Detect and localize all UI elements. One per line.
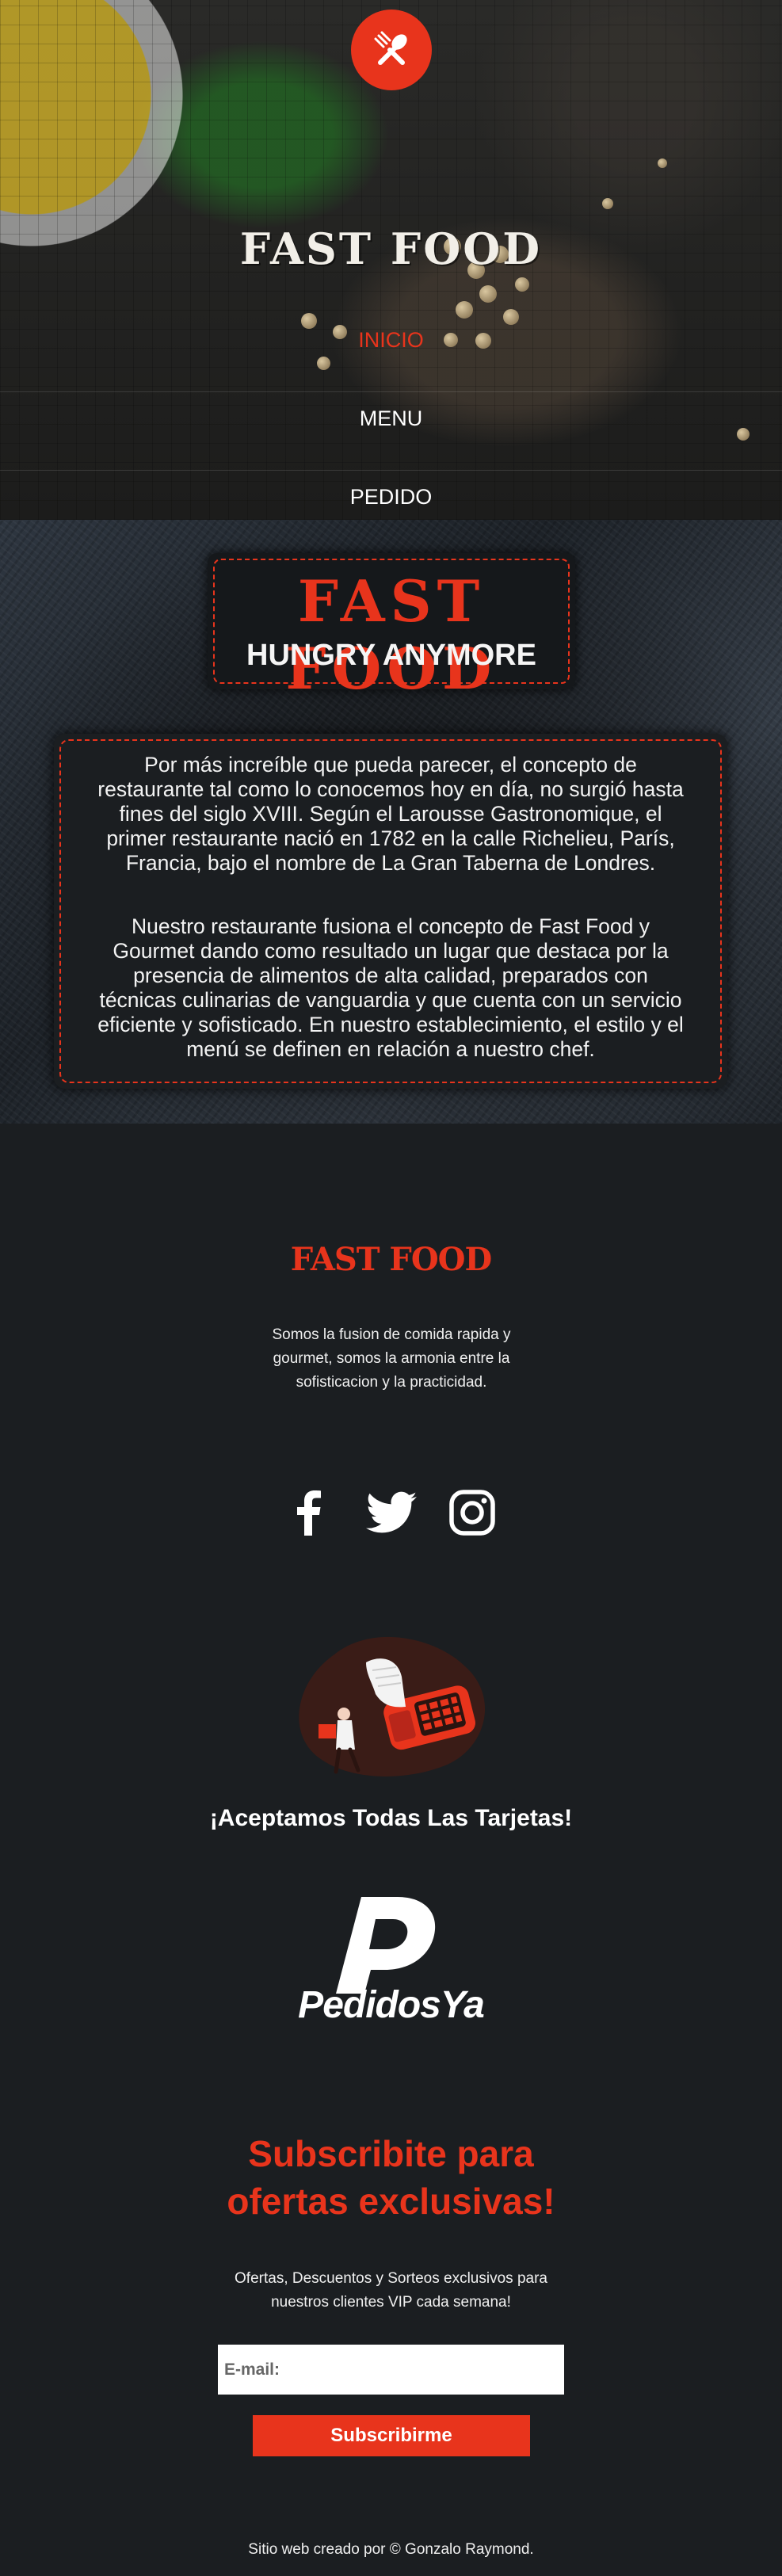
footer-brand: FAST FOOD xyxy=(290,1241,492,1278)
story-paragraph-2: Nuestro restaurante fusiona el concepto … xyxy=(97,914,684,1061)
payment-terminal-illustration xyxy=(299,1636,486,1776)
nav-item-menu[interactable]: MENU xyxy=(0,392,782,471)
brand-name: FAST FOOD xyxy=(285,567,498,702)
footer-description: Somos la fusion de comida rapida y gourm… xyxy=(272,1326,511,1391)
email-field[interactable] xyxy=(218,2345,564,2395)
pedidosya-wordmark[interactable]: PedidosYa xyxy=(0,1983,782,2027)
nav-item-inicio[interactable]: INICIO xyxy=(0,314,782,392)
brand-banner: FAST FOOD HUNGRY ANYMORE xyxy=(208,553,575,702)
site-title: FAST FOOD xyxy=(239,223,543,274)
fork-spoon-icon xyxy=(374,31,407,65)
instagram-link[interactable] xyxy=(447,1485,498,1540)
subscribe-title: Subscribite para ofertas exclusivas! xyxy=(227,2133,555,2222)
subscribe-description: Ofertas, Descuentos y Sorteos exclusivos… xyxy=(235,2270,547,2311)
about-section: FAST FOOD HUNGRY ANYMORE Por más increíb… xyxy=(0,520,782,1124)
cards-accepted-text: ¡Aceptamos Todas Las Tarjetas! xyxy=(209,1805,573,1831)
footer: FAST FOOD Somos la fusion de comida rapi… xyxy=(0,1124,782,2576)
twitter-icon xyxy=(366,1491,417,1533)
instagram-icon xyxy=(449,1490,495,1536)
nav-item-pedido[interactable]: PEDIDO xyxy=(0,471,782,520)
twitter-link[interactable] xyxy=(364,1485,419,1540)
subscribe-button[interactable]: Subscribirme xyxy=(253,2415,530,2456)
facebook-link[interactable] xyxy=(288,1485,327,1540)
social-links xyxy=(0,1485,782,1540)
credit-text: Sitio web creado por © Gonzalo Raymond. xyxy=(248,2541,534,2558)
logo[interactable] xyxy=(351,10,432,90)
facebook-icon xyxy=(297,1490,321,1536)
brand-tagline: HUNGRY ANYMORE xyxy=(246,639,536,672)
hero-header: FAST FOOD INICIO MENU PEDIDO xyxy=(0,0,782,520)
main-nav: INICIO MENU PEDIDO xyxy=(0,314,782,520)
story-card: Por más increíble que pueda parecer, el … xyxy=(54,734,727,1089)
story-paragraph-1: Por más increíble que pueda parecer, el … xyxy=(97,753,684,875)
